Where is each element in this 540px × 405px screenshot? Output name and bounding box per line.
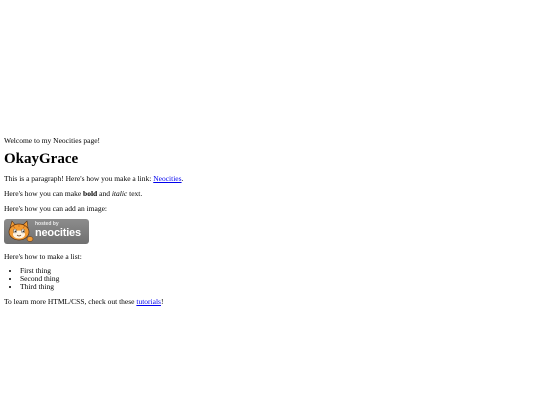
tutorials-text-start: To learn more HTML/CSS, check out these xyxy=(4,297,137,306)
bold-text: bold xyxy=(83,189,98,198)
page-content: Welcome to my Neocities page! OkayGrace … xyxy=(4,136,534,312)
neocities-badge[interactable]: hosted by neocities xyxy=(4,219,89,244)
page-title: OkayGrace xyxy=(4,151,79,167)
formatting-text-start: Here's how you can make xyxy=(4,189,84,198)
formatting-text-end: text. xyxy=(127,189,143,198)
list-item: Second thing xyxy=(20,275,534,283)
badge-brand-text: neocities xyxy=(35,227,81,239)
paragraph-tutorials: To learn more HTML/CSS, check out these … xyxy=(4,297,534,306)
tutorials-text-end: ! xyxy=(160,297,164,306)
neocities-link[interactable]: Neocities xyxy=(153,174,181,183)
formatting-text-middle: and xyxy=(97,189,112,198)
paragraph-list: Here's how to make a list: xyxy=(4,252,82,261)
tutorials-link[interactable]: tutorials xyxy=(136,297,161,306)
example-list: First thing Second thing Third thing xyxy=(4,267,534,291)
paragraph-formatting: Here's how you can make bold and italic … xyxy=(4,189,534,198)
list-item: Third thing xyxy=(20,283,534,291)
cat-mascot-icon xyxy=(8,220,34,242)
list-item: First thing xyxy=(20,267,534,275)
welcome-text: Welcome to my Neocities page! xyxy=(4,136,101,145)
paragraph-link: This is a paragraph! Here's how you make… xyxy=(4,174,534,183)
paragraph-link-end: . xyxy=(181,174,184,183)
italic-text: italic xyxy=(111,189,128,198)
paragraph-link-text: This is a paragraph! Here's how you make… xyxy=(4,174,154,183)
paragraph-image: Here's how you can add an image: xyxy=(4,204,107,213)
